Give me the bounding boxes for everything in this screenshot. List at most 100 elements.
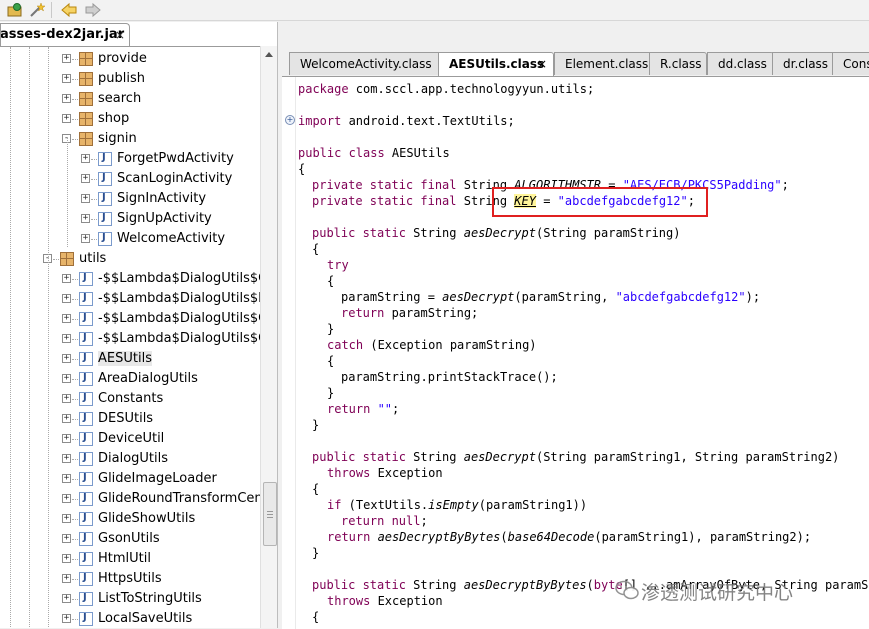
expand-toggle-icon[interactable]: + [81, 214, 90, 223]
tree-class-item[interactable]: + J Constants [0, 389, 260, 409]
tree-item-label: -$$Lambda$DialogUtils$CC [98, 271, 260, 286]
tree-class-item[interactable]: + J DeviceUtil [0, 429, 260, 449]
expand-toggle-icon[interactable]: + [81, 234, 90, 243]
tree-class-item[interactable]: + J GlideImageLoader [0, 469, 260, 489]
close-icon[interactable]: × [115, 24, 125, 46]
tree-item-label: DESUtils [98, 411, 154, 426]
expand-toggle-icon[interactable]: + [62, 474, 71, 483]
expand-toggle-icon[interactable]: + [62, 294, 71, 303]
tree-class-item[interactable]: + J -$$Lambda$DialogUtils$GW [0, 309, 260, 329]
code-line: } [312, 418, 320, 432]
back-arrow-icon[interactable] [60, 1, 78, 19]
expand-toggle-icon[interactable]: + [62, 114, 71, 123]
expand-toggle-icon[interactable]: + [62, 574, 71, 583]
open-file-icon[interactable] [6, 1, 24, 19]
tab-r[interactable]: R.class [649, 52, 707, 75]
tree-class-item[interactable]: + J -$$Lambda$DialogUtils$CC [0, 269, 260, 289]
expand-toggle-icon[interactable]: + [62, 54, 71, 63]
fold-icon[interactable]: + [285, 115, 295, 125]
tree-class-item[interactable]: + J DialogUtils [0, 449, 260, 469]
tree-class-item[interactable]: + J LocalSaveUtils [0, 609, 260, 628]
code-line: return paramString; [341, 306, 479, 320]
expand-toggle-icon[interactable]: + [62, 434, 71, 443]
tree-item-label: provide [98, 51, 147, 66]
tree-class-item[interactable]: + J -$$Lambda$DialogUtils$OG [0, 329, 260, 349]
code-editor[interactable]: + package com.sccl.app.technologyyun.uti… [282, 76, 869, 629]
java-class-icon: J [98, 192, 112, 206]
code-line: { [312, 482, 320, 496]
close-icon[interactable]: × [537, 53, 547, 75]
tree-class-item[interactable]: + J SignUpActivity [0, 209, 260, 229]
tree-package-item[interactable]: - utils [0, 249, 260, 269]
expand-toggle-icon[interactable]: + [62, 354, 71, 363]
tab-dr[interactable]: dr.class [772, 52, 837, 75]
expand-toggle-icon[interactable]: + [62, 414, 71, 423]
tree-package-item[interactable]: - signin [0, 129, 260, 149]
java-class-icon: J [79, 392, 93, 406]
tree-class-item[interactable]: + J WelcomeActivity [0, 229, 260, 249]
tree-item-label: HttpsUtils [98, 571, 162, 586]
expand-toggle-icon[interactable]: + [62, 394, 71, 403]
expand-toggle-icon[interactable]: + [62, 274, 71, 283]
expand-toggle-icon[interactable]: + [62, 334, 71, 343]
tab-welcomeactivity[interactable]: WelcomeActivity.class [289, 52, 441, 75]
scrollbar-thumb[interactable] [263, 482, 277, 546]
editor-gutter: + [282, 77, 296, 629]
tree-class-item[interactable]: + J SignInActivity [0, 189, 260, 209]
tree-package-item[interactable]: + publish [0, 69, 260, 89]
java-class-icon: J [79, 532, 93, 546]
tree-class-item[interactable]: + J AreaDialogUtils [0, 369, 260, 389]
java-class-icon: J [98, 212, 112, 226]
tree-class-item[interactable]: + J GlideShowUtils [0, 509, 260, 529]
tree-class-item[interactable]: + J AESUtils [0, 349, 260, 369]
tree-class-item[interactable]: + J HttpsUtils [0, 569, 260, 589]
expand-toggle-icon[interactable]: + [62, 454, 71, 463]
code-line: { [312, 242, 320, 256]
code-line: } [327, 386, 335, 400]
expand-toggle-icon[interactable]: + [62, 614, 71, 623]
tree-scrollbar[interactable] [260, 46, 277, 628]
tree-item-label: -$$Lambda$DialogUtils$GW [98, 311, 260, 326]
tree-item-label: ListToStringUtils [98, 591, 202, 606]
tree-class-item[interactable]: + J ForgetPwdActivity [0, 149, 260, 169]
expand-toggle-icon[interactable]: + [62, 94, 71, 103]
tree-class-item[interactable]: + J HtmlUtil [0, 549, 260, 569]
expand-toggle-icon[interactable]: + [62, 594, 71, 603]
expand-toggle-icon[interactable]: + [62, 374, 71, 383]
code-line: throws Exception [327, 594, 443, 608]
tree-class-item[interactable]: + J -$$Lambda$DialogUtils$D1 [0, 289, 260, 309]
tab-dd[interactable]: dd.class [707, 52, 774, 75]
jar-tab[interactable]: asses-dex2jar.jar × [0, 23, 130, 46]
expand-toggle-icon[interactable]: + [62, 534, 71, 543]
expand-toggle-icon[interactable]: + [62, 314, 71, 323]
expand-toggle-icon[interactable]: + [81, 194, 90, 203]
expand-toggle-icon[interactable]: + [81, 154, 90, 163]
tree-package-item[interactable]: + shop [0, 109, 260, 129]
code-line: paramString = aesDecrypt(paramString, "a… [341, 290, 761, 304]
forward-arrow-icon[interactable] [84, 1, 102, 19]
editor-tabs: WelcomeActivity.class AESUtils.class × El… [281, 52, 869, 76]
tree-item-label: -$$Lambda$DialogUtils$D1 [98, 291, 260, 306]
expand-toggle-icon[interactable]: + [62, 514, 71, 523]
watermark: 渗透测试研究中心 [615, 578, 793, 608]
tab-aesutils[interactable]: AESUtils.class × [438, 52, 554, 76]
code-line: public class AESUtils [298, 146, 450, 160]
java-class-icon: J [79, 472, 93, 486]
tree-package-item[interactable]: + provide [0, 49, 260, 69]
tree-class-item[interactable]: + J GlideRoundTransformCente [0, 489, 260, 509]
java-class-icon: J [79, 452, 93, 466]
scroll-up-icon[interactable] [265, 52, 273, 57]
tree-class-item[interactable]: + J ListToStringUtils [0, 589, 260, 609]
expand-toggle-icon[interactable]: + [62, 74, 71, 83]
tree-class-item[interactable]: + J DESUtils [0, 409, 260, 429]
tree-class-item[interactable]: + J GsonUtils [0, 529, 260, 549]
expand-toggle-icon[interactable]: + [62, 494, 71, 503]
expand-toggle-icon[interactable]: + [62, 554, 71, 563]
tab-cons[interactable]: Cons [832, 52, 869, 75]
tree-class-item[interactable]: + J ScanLoginActivity [0, 169, 260, 189]
wand-icon[interactable] [28, 1, 46, 19]
tree-item-label: GsonUtils [98, 531, 160, 546]
tab-element[interactable]: Element.class [554, 52, 656, 75]
tree-package-item[interactable]: + search [0, 89, 260, 109]
expand-toggle-icon[interactable]: + [81, 174, 90, 183]
